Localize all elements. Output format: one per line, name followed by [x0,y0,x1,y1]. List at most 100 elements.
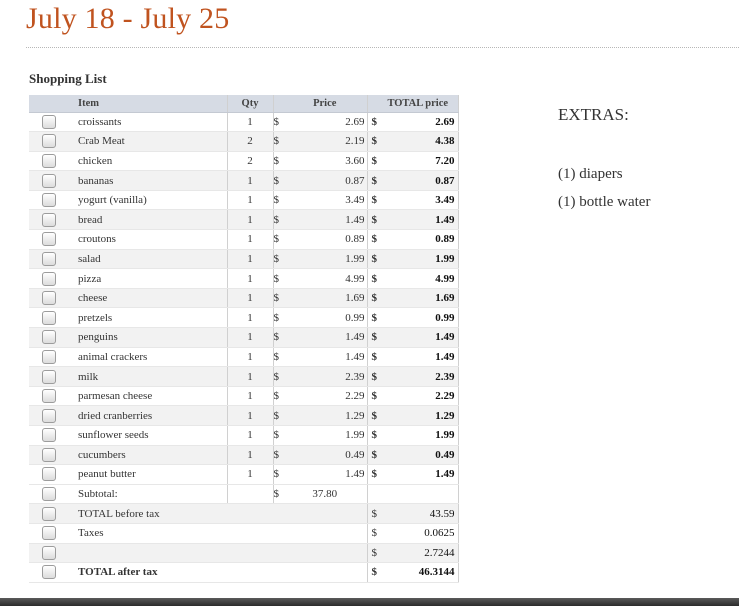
item-price-currency: $ [272,112,285,133]
checkbox[interactable] [42,467,56,482]
item-total-currency: $ [366,445,381,466]
item-total: 0.89 [381,229,459,250]
checkbox[interactable] [42,408,56,423]
taxes-label: Taxes [69,523,227,544]
taxes-checkbox-cell[interactable] [29,523,69,544]
checkbox[interactable] [42,526,56,541]
taxes-price [285,523,367,544]
table-row: Crab Meat 2 $2.19 $4.38 [29,131,459,152]
item-qty: 1 [226,229,273,250]
item-name: croutons [69,229,227,250]
checkbox[interactable] [42,114,56,129]
checkbox[interactable] [42,232,56,247]
item-total-currency: $ [366,307,381,329]
tax-amount-row: $ 2.7244 [29,543,459,564]
item-price: 1.49 [285,209,367,231]
checkbox[interactable] [42,173,56,188]
item-price: 1.99 [285,425,367,446]
item-checkbox-cell[interactable] [29,425,69,446]
item-price: 3.60 [285,151,367,172]
checkbox[interactable] [42,506,56,521]
item-checkbox-cell[interactable] [29,131,69,152]
checkbox[interactable] [42,330,56,345]
item-price: 2.69 [285,112,367,133]
subtotal-qty [226,483,273,505]
tax-amount-label [69,543,227,564]
item-checkbox-cell[interactable] [29,366,69,387]
item-checkbox-cell[interactable] [29,249,69,270]
item-total-currency: $ [366,131,381,152]
item-checkbox-cell[interactable] [29,445,69,466]
item-qty: 2 [226,131,273,152]
table-row: salad 1 $1.99 $1.99 [29,249,459,270]
item-price: 4.99 [285,268,367,289]
checkbox[interactable] [42,310,56,325]
item-name: chicken [69,151,227,172]
item-qty: 1 [226,190,273,211]
item-name: cheese [69,288,227,309]
item-checkbox-cell[interactable] [29,151,69,172]
subtotal-row: Subtotal: $ 37.80 [29,483,459,505]
checkbox[interactable] [42,369,56,384]
tax-amount-checkbox-cell[interactable] [29,543,69,564]
item-name: yogurt (vanilla) [69,190,227,211]
before-tax-checkbox-cell[interactable] [29,503,69,524]
window-bottom-edge [0,598,739,606]
after-tax-row: TOTAL after tax $ 46.3144 [29,562,459,583]
checkbox[interactable] [42,428,56,443]
checkbox[interactable] [42,251,56,266]
table-row: milk 1 $2.39 $2.39 [29,366,459,387]
title-divider [26,47,739,48]
item-qty: 1 [226,327,273,348]
checkbox[interactable] [42,447,56,462]
item-price: 0.89 [285,229,367,250]
checkbox[interactable] [42,389,56,404]
checkbox[interactable] [42,487,56,502]
item-total: 2.39 [381,366,459,387]
item-checkbox-cell[interactable] [29,288,69,309]
item-total-currency: $ [366,170,381,191]
item-checkbox-cell[interactable] [29,268,69,289]
item-checkbox-cell[interactable] [29,112,69,133]
item-total-currency: $ [366,327,381,348]
item-checkbox-cell[interactable] [29,347,69,368]
checkbox[interactable] [42,153,56,168]
subtotal-checkbox-cell[interactable] [29,483,69,505]
tax-rate-currency: $ [366,523,381,544]
item-total: 1.29 [381,405,459,426]
item-price-currency: $ [272,170,285,191]
item-checkbox-cell[interactable] [29,170,69,191]
after-tax-checkbox-cell[interactable] [29,562,69,583]
item-qty: 1 [226,307,273,329]
item-name: bananas [69,170,227,191]
item-total-currency: $ [366,386,381,407]
item-total: 0.87 [381,170,459,191]
checkbox[interactable] [42,545,56,560]
item-checkbox-cell[interactable] [29,209,69,231]
item-checkbox-cell[interactable] [29,307,69,329]
item-total-currency: $ [366,347,381,368]
item-checkbox-cell[interactable] [29,190,69,211]
item-price-currency: $ [272,209,285,231]
checkbox[interactable] [42,271,56,286]
checkbox[interactable] [42,134,56,149]
item-checkbox-cell[interactable] [29,405,69,426]
checkbox[interactable] [42,193,56,208]
subtotal-currency: $ [272,483,285,505]
item-price-currency: $ [272,464,285,485]
item-price: 0.49 [285,445,367,466]
checkbox[interactable] [42,565,56,580]
item-checkbox-cell[interactable] [29,327,69,348]
after-tax-price [285,562,367,583]
table-row: cucumbers 1 $0.49 $0.49 [29,445,459,466]
after-tax-value: 46.3144 [381,562,459,583]
checkbox[interactable] [42,212,56,227]
table-header-row: Item Qty Price TOTAL price [29,95,459,113]
item-checkbox-cell[interactable] [29,464,69,485]
item-price-currency: $ [272,249,285,270]
checkbox[interactable] [42,349,56,364]
checkbox[interactable] [42,291,56,306]
item-checkbox-cell[interactable] [29,229,69,250]
item-checkbox-cell[interactable] [29,386,69,407]
item-name: salad [69,249,227,270]
